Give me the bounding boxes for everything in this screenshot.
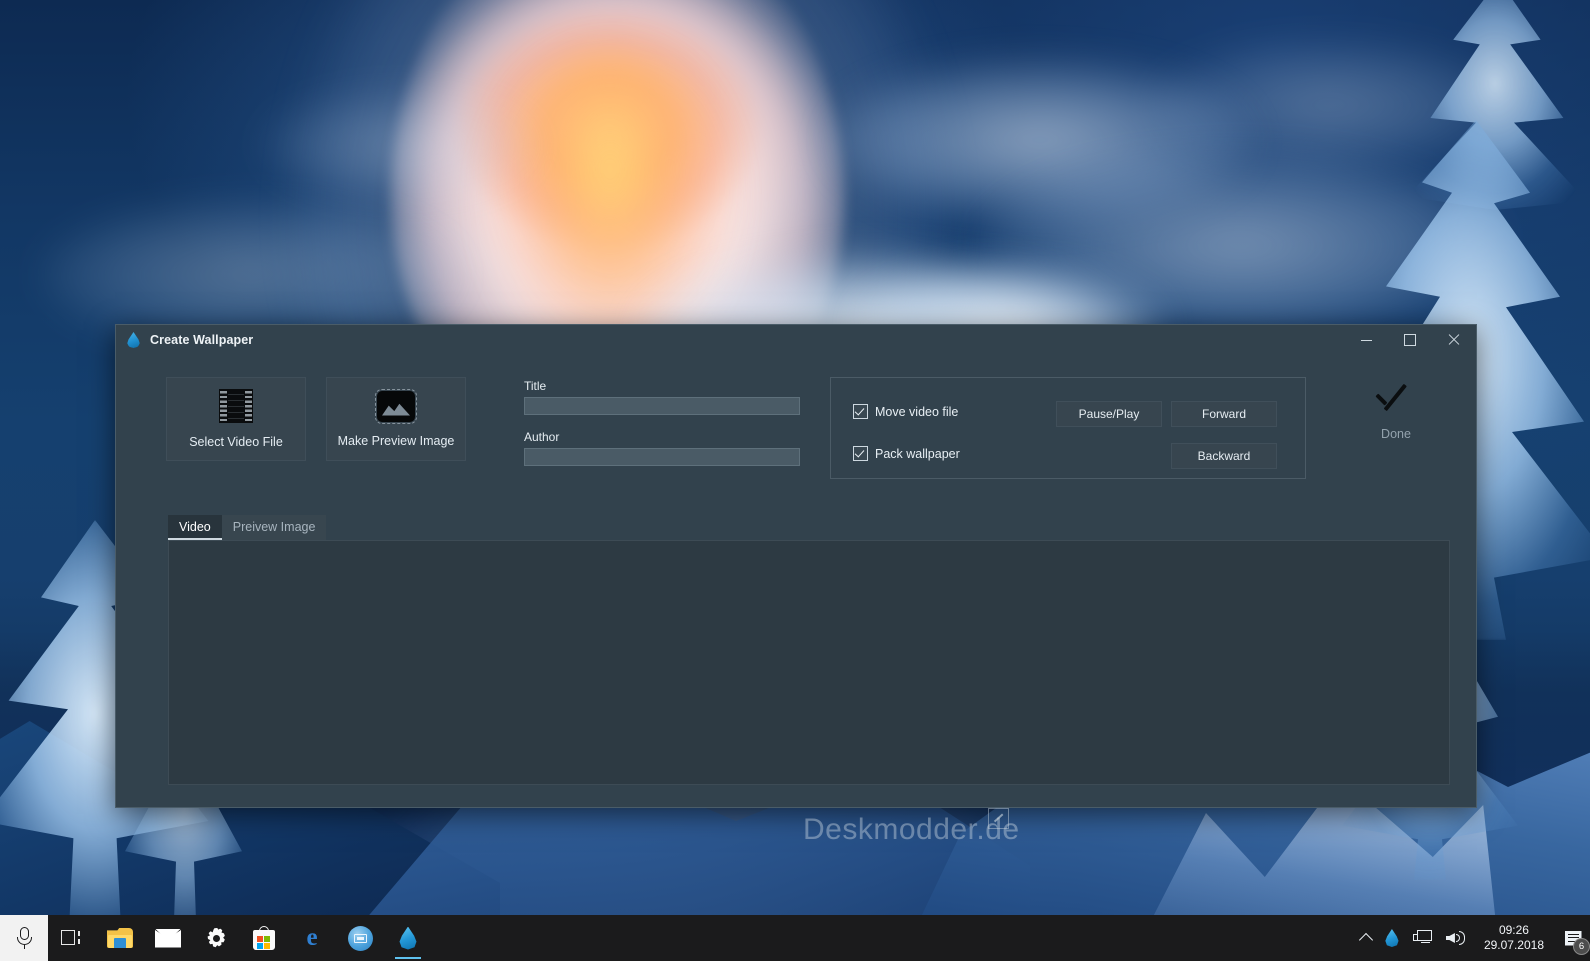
task-view-button[interactable] xyxy=(48,915,96,961)
minimize-button[interactable] xyxy=(1344,325,1388,355)
pack-wallpaper-checkbox-row[interactable]: Pack wallpaper xyxy=(853,446,960,461)
checkmark-icon xyxy=(1373,381,1419,415)
tray-item-app[interactable] xyxy=(1378,915,1406,961)
water-drop-icon xyxy=(1385,929,1399,947)
tab-strip: Video Preivew Image xyxy=(168,515,327,540)
pack-wallpaper-label: Pack wallpaper xyxy=(875,446,960,461)
envelope-icon xyxy=(155,928,181,948)
edge-icon: e xyxy=(306,924,318,951)
window-controls xyxy=(1344,325,1476,355)
author-field-label: Author xyxy=(524,430,560,444)
film-strip-icon xyxy=(219,389,253,423)
maximize-icon xyxy=(1404,334,1416,346)
forward-button[interactable]: Forward xyxy=(1171,401,1277,427)
title-field-label: Title xyxy=(524,379,547,393)
blue-circle-icon xyxy=(347,925,373,951)
video-preview-panel xyxy=(168,540,1450,785)
shopping-bag-icon xyxy=(253,926,275,950)
toolbar-row: Select Video File Make Preview Image Tit… xyxy=(128,355,1464,479)
tray-item-network[interactable] xyxy=(1406,915,1439,961)
action-center-button[interactable]: 6 xyxy=(1556,915,1590,961)
move-video-file-label: Move video file xyxy=(875,404,959,419)
taskbar-item-create-wallpaper[interactable] xyxy=(384,915,432,961)
picture-icon xyxy=(375,388,417,424)
microphone-icon xyxy=(16,927,32,949)
pack-wallpaper-checkbox[interactable] xyxy=(853,446,868,461)
system-tray: 09:26 29.07.2018 6 xyxy=(1354,915,1590,961)
folder-icon xyxy=(107,928,133,948)
cloud xyxy=(260,90,540,200)
done-button[interactable]: Done xyxy=(1344,377,1448,441)
create-wallpaper-window: Create Wallpaper Select Video File Make … xyxy=(115,324,1477,846)
clock-time: 09:26 xyxy=(1498,923,1529,937)
minimize-icon xyxy=(1360,339,1372,341)
taskbar-item-media-app[interactable] xyxy=(336,915,384,961)
close-button[interactable] xyxy=(1432,325,1476,355)
clock[interactable]: 09:26 29.07.2018 xyxy=(1472,915,1556,961)
move-video-file-checkbox-row[interactable]: Move video file xyxy=(853,404,958,419)
title-bar: Create Wallpaper xyxy=(116,325,1476,355)
speaker-icon xyxy=(1445,930,1465,946)
tab-preview-image[interactable]: Preivew Image xyxy=(221,515,327,540)
chevron-up-icon xyxy=(1358,932,1374,948)
author-input[interactable] xyxy=(524,448,800,466)
gear-icon xyxy=(205,927,228,950)
taskbar-item-file-explorer[interactable] xyxy=(96,915,144,961)
network-icon xyxy=(1412,930,1432,946)
water-drop-icon xyxy=(399,926,417,950)
taskbar-item-settings[interactable] xyxy=(192,915,240,961)
taskbar-item-microsoft-store[interactable] xyxy=(240,915,288,961)
notification-count-badge: 6 xyxy=(1573,938,1590,955)
select-video-file-label: Select Video File xyxy=(189,435,283,449)
maximize-button[interactable] xyxy=(1388,325,1432,355)
taskbar-item-microsoft-edge[interactable]: e xyxy=(288,915,336,961)
make-preview-image-button[interactable]: Make Preview Image xyxy=(326,377,466,461)
window-title: Create Wallpaper xyxy=(150,333,254,347)
move-video-file-checkbox[interactable] xyxy=(853,404,868,419)
done-label: Done xyxy=(1381,427,1411,441)
title-input[interactable] xyxy=(524,397,800,415)
desktop: Create Wallpaper Select Video File Make … xyxy=(0,0,1590,961)
pause-play-button[interactable]: Pause/Play xyxy=(1056,401,1162,427)
show-hidden-icons-button[interactable] xyxy=(1354,915,1378,961)
tray-item-volume[interactable] xyxy=(1439,915,1472,961)
clock-date: 29.07.2018 xyxy=(1483,938,1544,952)
metadata-fields: Title Author xyxy=(524,377,802,466)
task-view-icon xyxy=(61,929,83,947)
backward-button[interactable]: Backward xyxy=(1171,443,1277,469)
select-video-file-button[interactable]: Select Video File xyxy=(166,377,306,461)
taskbar: e 09:26 29.07.2018 6 xyxy=(0,915,1590,961)
tab-video[interactable]: Video xyxy=(168,515,222,540)
playback-options-group: Move video file Pack wallpaper Pause/Pla… xyxy=(830,377,1306,479)
cortana-microphone-button[interactable] xyxy=(0,915,48,961)
make-preview-image-label: Make Preview Image xyxy=(337,433,455,448)
close-icon xyxy=(1448,334,1460,346)
water-drop-icon xyxy=(126,331,142,349)
dialog-body: Select Video File Make Preview Image Tit… xyxy=(128,355,1464,846)
taskbar-item-mail[interactable] xyxy=(144,915,192,961)
